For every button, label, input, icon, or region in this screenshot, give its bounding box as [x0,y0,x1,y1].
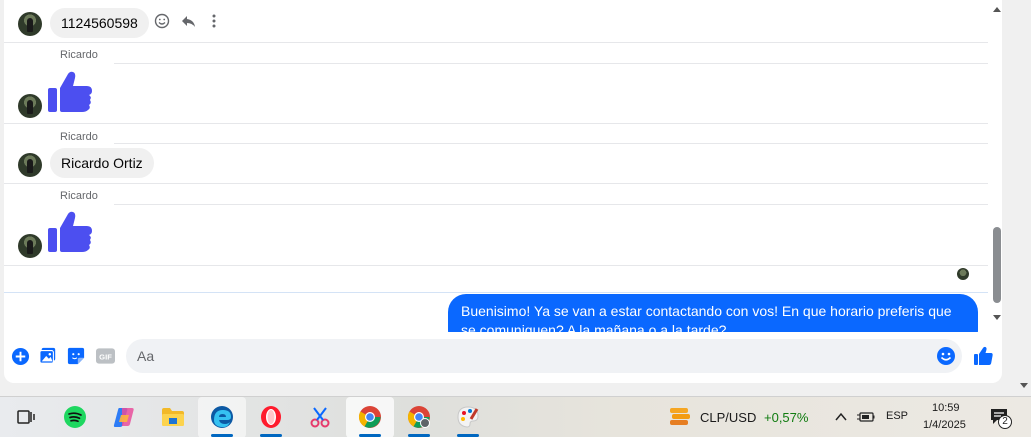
message-scrollbar[interactable] [990,0,1002,332]
like-sticker [48,71,92,112]
screen: 1124560598 Ricardo Ricardo Ricardo Ortiz… [0,0,1031,437]
file-explorer-icon[interactable] [159,403,187,431]
sticker-icon[interactable] [66,346,86,366]
divider [4,292,988,293]
reply-icon[interactable] [180,13,196,29]
message-input[interactable] [126,339,926,373]
avatar[interactable] [18,12,42,36]
svg-text:GIF: GIF [99,352,112,361]
notification-count: 2 [998,415,1012,429]
scroll-down-icon[interactable] [1020,383,1028,389]
message-bubble: Ricardo Ortiz [50,148,154,178]
message-list: 1124560598 Ricardo Ricardo Ricardo Ortiz… [4,0,1002,332]
outgoing-message-bubble: Buenisimo! Ya se van a estar contactando… [448,294,978,332]
widget-currency-pair[interactable]: CLP/USD [700,410,756,425]
divider [4,123,988,124]
avatar[interactable] [18,153,42,177]
widget-change[interactable]: +0,57% [764,410,808,425]
image-icon[interactable] [38,346,58,366]
react-icon[interactable] [154,13,170,29]
scroll-thumb[interactable] [993,227,1001,303]
clock-time[interactable]: 10:59 [932,402,960,414]
battery-icon[interactable] [857,410,875,424]
stocks-widget-icon[interactable] [666,403,694,431]
scroll-down-icon[interactable] [992,314,1002,322]
composer: GIF [4,333,1002,383]
avatar[interactable] [18,234,42,258]
page-scrollbar[interactable] [1017,0,1031,396]
message-actions [154,13,222,29]
divider [114,143,988,144]
more-options-icon[interactable] [206,13,222,29]
taskbar: CLP/USD +0,57% ESP 10:59 1/4/2025 2 [0,396,1031,437]
chrome-icon[interactable] [356,403,384,431]
sender-name: Ricardo [60,131,98,143]
sender-name: Ricardo [60,49,98,61]
divider [4,183,988,184]
gif-icon[interactable]: GIF [95,346,115,366]
divider [114,63,988,64]
task-view-icon[interactable] [12,403,40,431]
chevron-up-icon[interactable] [835,412,847,421]
chat-panel: 1124560598 Ricardo Ricardo Ricardo Ortiz… [4,0,1002,383]
message-bubble: 1124560598 [50,8,149,38]
notification-center[interactable]: 2 [989,407,1013,429]
clock-date[interactable]: 1/4/2025 [923,419,966,431]
divider [4,265,988,266]
paint-icon[interactable] [454,403,482,431]
message-input-wrapper [126,339,962,373]
emoji-icon[interactable] [936,346,956,366]
add-icon[interactable] [10,346,30,366]
like-icon[interactable] [972,345,994,367]
divider [114,204,988,205]
seen-indicator-avatar [957,268,969,280]
language-indicator[interactable]: ESP [886,410,908,422]
like-sticker [48,211,92,252]
edge-icon[interactable] [208,403,236,431]
scroll-up-icon[interactable] [992,5,1002,13]
divider [4,42,988,43]
spotify-icon[interactable] [61,403,89,431]
opera-icon[interactable] [257,403,285,431]
sender-name: Ricardo [60,190,98,202]
avatar[interactable] [18,94,42,118]
copilot-icon[interactable] [110,403,138,431]
chrome-profile-icon[interactable] [405,403,433,431]
snipping-tool-icon[interactable] [306,403,334,431]
